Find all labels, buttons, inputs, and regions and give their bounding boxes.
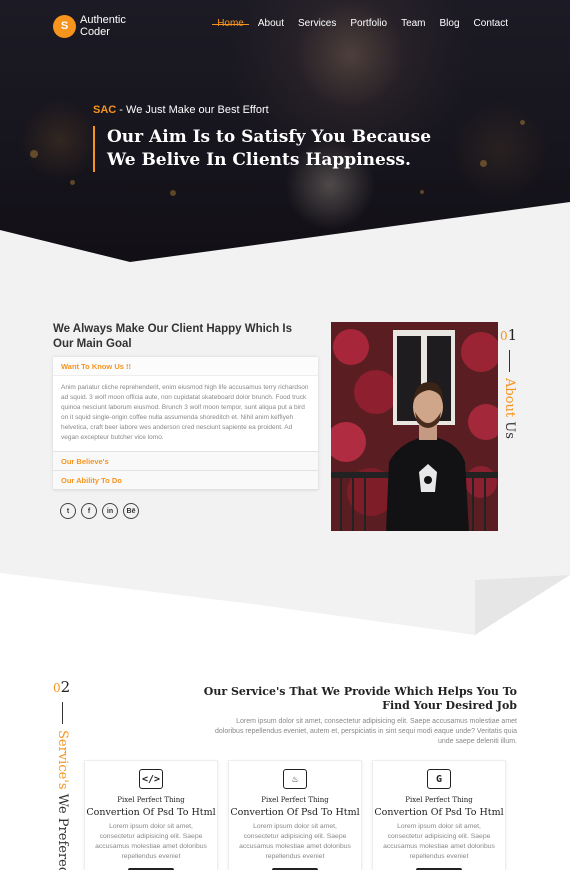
logo-badge: S [53,14,76,38]
card-title: Convertion Of Psd To Html [86,807,216,818]
brand-logo[interactable]: S Authentic Coder [53,14,140,38]
service-card[interactable]: G Pixel Perfect Thing Convertion Of Psd … [372,760,506,870]
service-card[interactable]: </> Pixel Perfect Thing Convertion Of Ps… [84,760,218,870]
nav-about[interactable]: About [258,18,284,29]
social-links: t f in Bē [60,503,144,519]
accordion-body-know-us: Anim pariatur cliche reprehenderit, enim… [53,376,318,452]
card-title: Convertion Of Psd To Html [230,807,360,818]
about-divider [509,350,510,372]
about-section-number: 01 [500,326,518,344]
card-text: Lorem ipsum dolor sit amet, consectetur … [383,823,495,860]
hero-heading: Our Aim Is to Satisfy You Because We Bel… [93,126,453,172]
about-accordion: Want To Know Us !! Anim pariatur cliche … [53,357,318,490]
card-text: Lorem ipsum dolor sit amet, consectetur … [239,823,351,860]
services-heading: Our Service's That We Provide Which Help… [203,685,517,712]
flame-icon: ♨ [283,769,307,789]
card-kicker: Pixel Perfect Thing [261,796,329,804]
brand-name: Authentic Coder [80,14,126,38]
behance-icon[interactable]: Bē [123,503,139,519]
card-text: Lorem ipsum dolor sit amet, consectetur … [95,823,207,860]
tagline-text: - We Just Make our Best Effort [116,104,269,116]
nav-services[interactable]: Services [298,18,336,29]
main-nav: Home About Services Portfolio Team Blog … [203,18,508,29]
twitter-icon[interactable]: t [60,503,76,519]
services-divider [62,702,63,724]
google-icon: G [427,769,451,789]
nav-team[interactable]: Team [401,18,425,29]
tagline-brand: SAC [93,104,117,116]
about-section-label: 01 About Us [500,326,522,439]
accordion-header-know-us[interactable]: Want To Know Us !! [53,357,318,376]
accordion-header-believes[interactable]: Our Believe's [53,452,318,471]
accordion-header-ability[interactable]: Our Ability To Do [53,471,318,490]
services-section-number: 02 [53,678,71,696]
hero-tagline: SAC - We Just Make our Best Effort [93,104,269,116]
nav-portfolio[interactable]: Portfolio [350,18,387,29]
services-section-label: 02 Service's We Prefered [53,678,77,870]
linkedin-icon[interactable]: in [102,503,118,519]
card-kicker: Pixel Perfect Thing [405,796,473,804]
facebook-icon[interactable]: f [81,503,97,519]
nav-home[interactable]: Home [212,18,249,29]
nav-contact[interactable]: Contact [474,18,508,29]
service-card[interactable]: ♨ Pixel Perfect Thing Convertion Of Psd … [228,760,362,870]
code-icon: </> [139,769,163,789]
services-vertical-title: Service's We Prefered [55,730,70,870]
about-photo [331,322,498,531]
services-description: Lorem ipsum dolor sit amet, consectetur … [215,718,517,745]
about-title: We Always Make Our Client Happy Which Is… [53,323,293,350]
card-title: Convertion Of Psd To Html [374,807,504,818]
about-vertical-title: About Us [502,378,517,439]
nav-blog[interactable]: Blog [440,18,460,29]
card-kicker: Pixel Perfect Thing [117,796,185,804]
